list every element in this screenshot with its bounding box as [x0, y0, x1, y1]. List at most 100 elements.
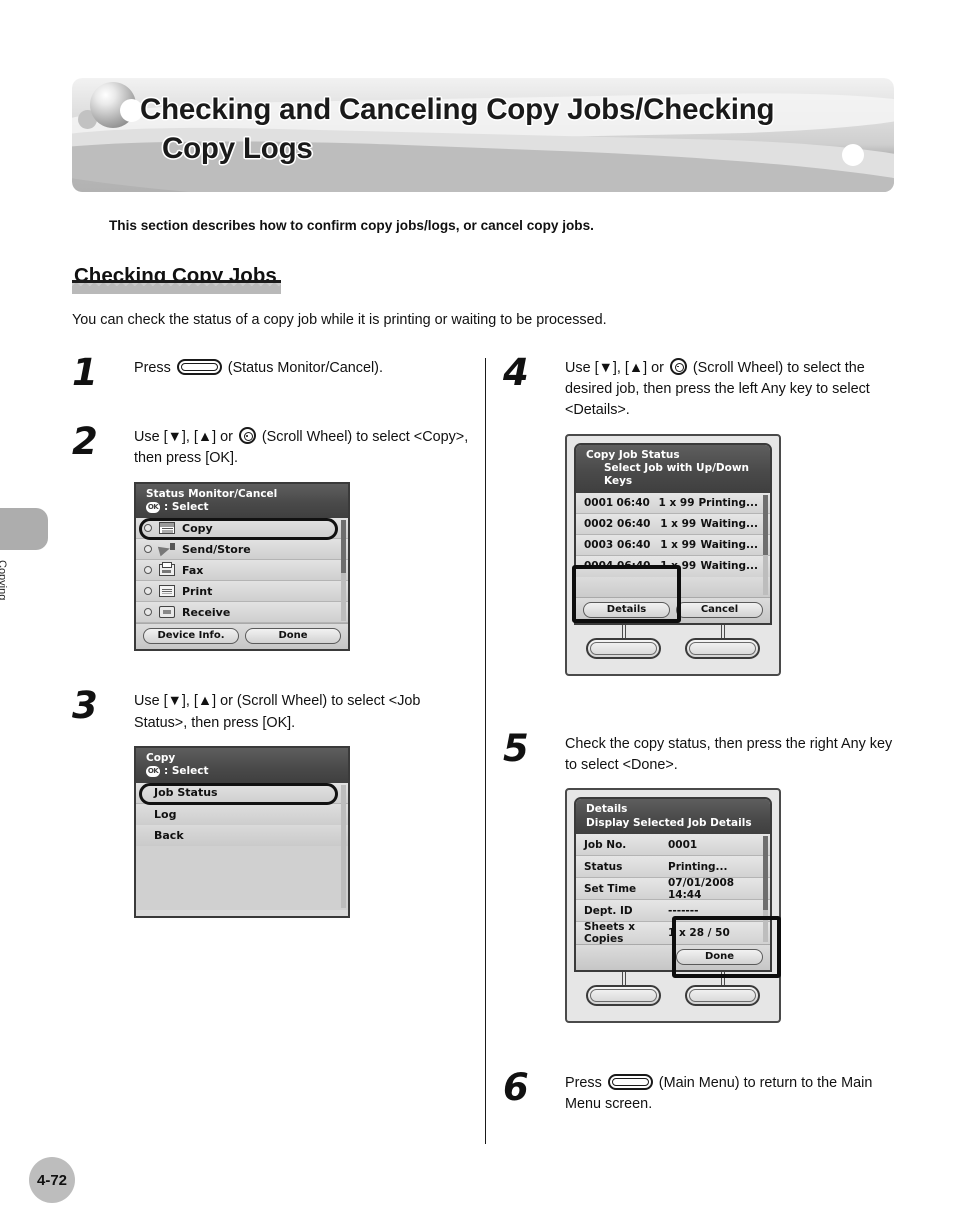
copy-icon: [159, 522, 175, 535]
any-key-button-icon[interactable]: [586, 985, 661, 1007]
done-softkey[interactable]: Done: [245, 628, 341, 645]
table-row[interactable]: 0001 06:40 1 x 99 Printing...: [576, 492, 770, 514]
detail-key: Job No.: [584, 838, 627, 851]
lcd-copy-menu: Copy OK : Select Job Status Log Back: [134, 745, 350, 918]
job-no-cell: 0003: [584, 538, 614, 551]
status-cell: Printing...: [698, 496, 758, 509]
cancel-softkey[interactable]: Cancel: [676, 601, 763, 618]
step-5-text: Check the copy status, then press the ri…: [565, 735, 893, 773]
send-store-icon: [159, 543, 175, 555]
detail-value: 07/01/2008 14:44: [668, 876, 735, 901]
detail-key: Dept. ID: [584, 904, 633, 917]
right-any-key[interactable]: [677, 624, 768, 665]
radio-icon[interactable]: [144, 524, 152, 533]
count-cell: 1 x 99: [660, 538, 697, 551]
list-item[interactable]: Receive: [136, 602, 348, 624]
left-column: 1 Press (Status Monitor/Cancel). 2 Use […: [72, 354, 472, 924]
lcd-scrollbar[interactable]: [341, 520, 346, 622]
detail-value: 0001: [668, 838, 698, 851]
figure-details-panel: Details Display Selected Job Details Job…: [565, 788, 903, 1024]
radio-icon[interactable]: [144, 545, 152, 554]
list-item[interactable]: Back: [136, 824, 348, 846]
job-no-cell: 0001: [584, 496, 614, 509]
step-2-text: Use [▼], [▲] or (Scroll Wheel) to select…: [134, 427, 472, 469]
left-any-key[interactable]: [578, 624, 669, 665]
table-row[interactable]: 0004 06:40 1 x 99 Waiting...: [576, 555, 770, 577]
lcd-copy-menu-list: Job Status Log Back: [136, 782, 348, 910]
scroll-wheel-icon: [669, 358, 687, 375]
detail-row: Set Time 07/01/2008 14:44: [576, 876, 770, 901]
detail-key: Sheets x Copies: [584, 921, 635, 946]
left-any-key[interactable]: [578, 972, 669, 1012]
step-4: 4 Use [▼], [▲] or (Scroll Wheel) to sele…: [503, 354, 903, 676]
lcd-details-softkeys: Done: [576, 944, 770, 971]
step-4-text: Use [▼], [▲] or (Scroll Wheel) to select…: [565, 358, 903, 422]
lcd-scrollbar[interactable]: [763, 836, 768, 943]
step-3-text: Use [▼], [▲] or (Scroll Wheel) to select…: [134, 693, 421, 731]
any-key-stem: [621, 624, 626, 638]
section-body-text: You can check the status of a copy job w…: [72, 312, 607, 328]
step-3: 3 Use [▼], [▲] or (Scroll Wheel) to sele…: [72, 687, 472, 918]
ok-badge-icon: OK: [146, 766, 160, 778]
details-softkey[interactable]: Details: [583, 601, 670, 618]
any-key-button-icon[interactable]: [586, 637, 661, 659]
receive-icon: [159, 606, 175, 619]
list-item-label: Copy: [182, 521, 213, 535]
detail-value: -------: [668, 904, 699, 917]
lcd-scrollbar[interactable]: [341, 784, 346, 908]
lcd-job-status-subtitle: Select Job with Up/Down Keys: [604, 461, 750, 488]
table-row[interactable]: 0003 06:40 1 x 99 Waiting...: [576, 534, 770, 556]
step-6-number: 6: [503, 1066, 529, 1110]
radio-icon[interactable]: [144, 608, 152, 617]
figure-status-monitor-screen: Status Monitor/Cancel OK : Select Copy S…: [134, 481, 472, 652]
count-cell: 1 x 99: [658, 496, 695, 509]
lcd-status-monitor-softkeys: Device Info. Done: [136, 623, 348, 650]
lcd-status-monitor-subtitle: : Select: [164, 500, 209, 513]
lcd-details-fields: Job No. 0001 Status Printing... Set Time…: [576, 834, 770, 946]
heading-underline-rule: [72, 280, 281, 283]
figure-copy-menu-screen: Copy OK : Select Job Status Log Back: [134, 745, 472, 918]
lcd-scrollbar[interactable]: [763, 494, 768, 595]
lcd-copy-menu-subtitle: : Select: [164, 765, 209, 778]
fax-icon: [159, 562, 175, 577]
radio-icon[interactable]: [144, 566, 152, 575]
table-row[interactable]: 0002 06:40 1 x 99 Waiting...: [576, 513, 770, 535]
radio-icon[interactable]: [144, 587, 152, 596]
right-any-key[interactable]: [677, 972, 768, 1012]
list-item-label: Print: [182, 584, 213, 598]
list-item[interactable]: Fax: [136, 560, 348, 582]
print-icon: [159, 585, 175, 598]
step-2: 2 Use [▼], [▲] or (Scroll Wheel) to sele…: [72, 423, 472, 652]
list-item[interactable]: Log: [136, 803, 348, 825]
scroll-wheel-icon: [238, 427, 256, 445]
lcd-status-monitor-subtitle-row: OK : Select: [146, 501, 342, 514]
section-heading: Checking Copy Jobs: [72, 264, 281, 294]
step-6-text-a: Press: [565, 1075, 606, 1092]
list-item[interactable]: Send/Store: [136, 539, 348, 561]
any-key-row: [574, 624, 772, 665]
section-heading-wrap: Checking Copy Jobs: [72, 264, 281, 294]
any-key-button-icon[interactable]: [685, 985, 760, 1007]
lcd-scrollbar-thumb[interactable]: [763, 836, 768, 911]
done-softkey[interactable]: Done: [676, 949, 763, 966]
detail-key: Set Time: [584, 882, 637, 895]
page-title-line2: Copy Logs: [162, 132, 313, 166]
list-item[interactable]: Copy: [136, 518, 348, 540]
job-no-cell: 0004: [584, 560, 614, 573]
lcd-scrollbar-thumb[interactable]: [763, 494, 768, 555]
step-1-text: Press (Status Monitor/Cancel).: [134, 358, 472, 379]
step-4-number: 4: [503, 351, 529, 394]
step-2-number: 2: [72, 420, 98, 464]
count-cell: 1 x 99: [660, 517, 697, 530]
lcd-job-status: Copy Job Status Select Job with Up/Down …: [574, 442, 772, 625]
detail-value: Printing...: [668, 860, 728, 873]
table-empty-space: [576, 576, 770, 597]
list-item[interactable]: Job Status: [136, 782, 348, 804]
job-no-cell: 0002: [584, 517, 614, 530]
device-info-softkey[interactable]: Device Info.: [143, 628, 239, 645]
step-6-text: Press (Main Menu) to return to the Main …: [565, 1073, 903, 1115]
step-1-number: 1: [72, 351, 98, 394]
lcd-scrollbar-thumb[interactable]: [341, 520, 346, 573]
list-item[interactable]: Print: [136, 581, 348, 603]
any-key-button-icon[interactable]: [685, 637, 760, 659]
